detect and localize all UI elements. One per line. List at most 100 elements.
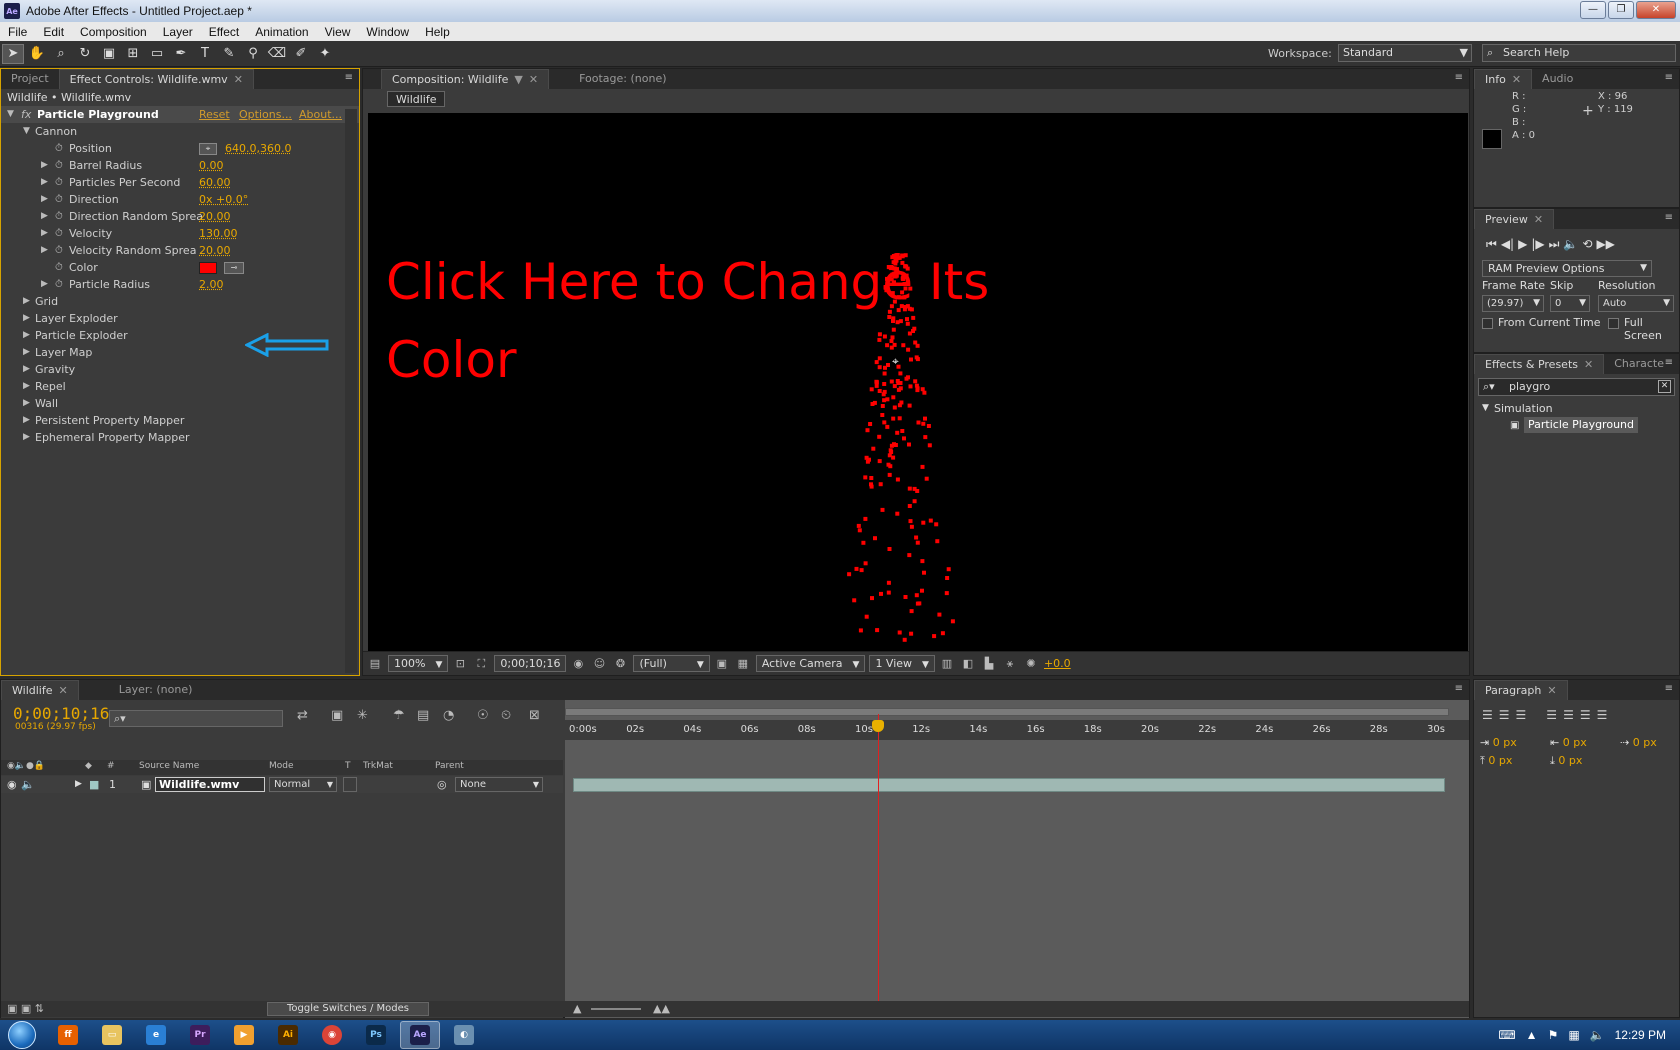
roto-brush-tool-icon[interactable]: ✐ [290, 44, 312, 64]
zoom-in-icon[interactable]: ▲▲ [653, 1002, 670, 1015]
selection-tool-icon[interactable]: ➤ [2, 43, 24, 64]
search-help-input[interactable]: ⌕ Search Help [1482, 44, 1676, 62]
close-icon[interactable]: ✕ [234, 73, 243, 86]
eraser-tool-icon[interactable]: ⌫ [266, 44, 288, 64]
full-screen-checkbox[interactable] [1608, 318, 1619, 329]
work-area-bar[interactable] [565, 708, 1449, 716]
tab-audio[interactable]: Audio [1532, 69, 1583, 89]
stopwatch-icon[interactable]: ⏱ [55, 157, 63, 174]
triangle-down-icon[interactable]: ▼ [7, 106, 14, 123]
property-value[interactable]: 0.00 [199, 157, 224, 174]
triangle-right-icon[interactable]: ▶ [41, 157, 48, 174]
property-value[interactable]: 640.0,360.0 [225, 140, 291, 157]
triangle-right-icon[interactable]: ▶ [23, 327, 30, 344]
skip-dropdown[interactable]: 0 ▼ [1550, 295, 1590, 312]
menu-composition[interactable]: Composition [72, 25, 155, 39]
justify-left-icon[interactable]: ☰ [1546, 708, 1557, 722]
stopwatch-icon[interactable]: ⏱ [55, 225, 63, 242]
flowchart-icon[interactable]: ⚹ [1001, 655, 1019, 673]
camera-dropdown[interactable]: Active Camera ▼ [755, 655, 866, 672]
menu-file[interactable]: File [0, 25, 35, 39]
stopwatch-icon[interactable]: ⏱ [55, 208, 63, 225]
exposure-icon[interactable]: ✺ [1022, 655, 1040, 673]
auto-keyframe-icon[interactable]: ⏲ [501, 708, 511, 723]
first-frame-icon[interactable]: ⏮ [1486, 237, 1497, 252]
panel-menu-icon[interactable]: ≡ [1455, 72, 1463, 83]
tab-effect-controls[interactable]: Effect Controls: Wildlife.wmv ✕ [58, 69, 254, 89]
close-button[interactable]: ✕ [1636, 1, 1676, 19]
timeline-layer-row[interactable]: ◉ 🔈 ▶ ■ 1 ▣ Wildlife.wmv Normal ▼ ◎ None ▼ [1, 776, 563, 793]
timeline-search-input[interactable]: ⌕▾ [109, 710, 283, 727]
close-icon[interactable]: ✕ [58, 684, 67, 697]
view-layout-dropdown[interactable]: 1 View ▼ [869, 655, 935, 672]
triangle-right-icon[interactable]: ▶ [23, 429, 30, 446]
justify-right-icon[interactable]: ☰ [1580, 708, 1591, 722]
about-link[interactable]: About... [299, 106, 342, 123]
loop-icon[interactable]: ⟲ [1582, 237, 1592, 252]
reset-link[interactable]: Reset [199, 106, 230, 123]
tab-composition[interactable]: Composition: Wildlife ▼ ✕ [381, 69, 550, 89]
align-right-icon[interactable]: ☰ [1516, 708, 1527, 722]
first-line-indent-field[interactable]: ⇢ 0 px [1620, 736, 1657, 749]
property-value[interactable]: 20.00 [199, 208, 231, 225]
play-icon[interactable]: ▶ [1518, 237, 1527, 252]
safe-margins-icon[interactable]: ⛶ [472, 655, 490, 673]
effect-row-particle-playground[interactable]: ▼ fx Particle Playground Reset Options..… [1, 106, 359, 123]
restore-button[interactable]: ❐ [1608, 1, 1634, 19]
composition-mini-flowchart-icon[interactable]: ⇄ [297, 708, 308, 723]
chevron-down-icon[interactable]: ▼ [514, 73, 522, 86]
menu-layer[interactable]: Layer [155, 25, 201, 39]
zoom-tool-icon[interactable]: ⌕ [50, 44, 72, 64]
blend-mode-dropdown[interactable]: Normal ▼ [269, 777, 337, 792]
close-icon[interactable]: ✕ [1512, 73, 1521, 86]
live-update-icon[interactable]: ▣ [331, 708, 343, 723]
close-icon[interactable]: ✕ [1534, 213, 1543, 226]
options-link[interactable]: Options... [239, 106, 292, 123]
draft-3d-icon[interactable]: ✳ [357, 708, 368, 723]
panel-menu-icon[interactable]: ≡ [1665, 357, 1673, 368]
group-ephemeral-property-mapper[interactable]: ▶ Ephemeral Property Mapper [1, 429, 359, 446]
rotate-tool-icon[interactable]: ↻ [74, 44, 96, 64]
tab-preview[interactable]: Preview ✕ [1474, 209, 1555, 229]
label-color-icon[interactable]: ■ [89, 776, 99, 793]
taskbar-firefox[interactable]: ff [48, 1021, 88, 1049]
indent-right-field[interactable]: ⇤ 0 px [1550, 736, 1587, 749]
triangle-right-icon[interactable]: ▶ [41, 242, 48, 259]
pickwhip-icon[interactable]: ◎ [437, 776, 447, 793]
fast-previews-icon[interactable]: ◧ [959, 655, 977, 673]
color-swatch[interactable] [199, 262, 217, 274]
triangle-right-icon[interactable]: ▶ [41, 174, 48, 191]
taskbar-premiere[interactable]: Pr [180, 1021, 220, 1049]
brainstorm-icon[interactable]: ☉ [477, 708, 489, 723]
space-after-field[interactable]: ⤓ 0 px [1550, 754, 1582, 768]
composition-viewer[interactable]: ⌖ Click Here to Change Its Color [368, 113, 1468, 651]
taskbar-media[interactable]: ▶ [224, 1021, 264, 1049]
group-grid[interactable]: ▶ Grid [1, 293, 359, 310]
exposure-value[interactable]: +0.0 [1044, 657, 1071, 670]
toggle-switches-modes-button[interactable]: Toggle Switches / Modes [267, 1002, 429, 1016]
puppet-pin-tool-icon[interactable]: ✦ [314, 44, 336, 64]
clock[interactable]: 12:29 PM [1615, 1028, 1666, 1042]
close-icon[interactable]: ✕ [1547, 684, 1556, 697]
timeline-current-time[interactable]: 0;00;10;16 [13, 704, 109, 723]
group-repel[interactable]: ▶ Repel [1, 378, 359, 395]
camera-tool-icon[interactable]: ▣ [98, 44, 120, 64]
rectangle-tool-icon[interactable]: ▭ [146, 44, 168, 64]
menu-animation[interactable]: Animation [247, 25, 316, 39]
transparency-grid-icon[interactable]: ▦ [734, 655, 752, 673]
parent-dropdown[interactable]: None ▼ [455, 777, 543, 792]
tab-info[interactable]: Info ✕ [1474, 69, 1533, 89]
panel-menu-icon[interactable]: ≡ [1455, 683, 1463, 694]
taskbar-after-effects[interactable]: Ae [400, 1021, 440, 1049]
taskbar-photoshop[interactable]: Ps [356, 1021, 396, 1049]
tab-effects-presets[interactable]: Effects & Presets ✕ [1474, 354, 1605, 374]
always-preview-icon[interactable]: ▤ [366, 655, 384, 673]
resolution-dropdown[interactable]: (Full) ▼ [633, 655, 710, 672]
tab-timeline-wildlife[interactable]: Wildlife ✕ [1, 680, 79, 700]
fit-icon[interactable]: ⊡ [451, 655, 469, 673]
menu-view[interactable]: View [317, 25, 359, 39]
snapshot-camera-icon[interactable]: ◉ [569, 655, 587, 673]
group-layer-exploder[interactable]: ▶ Layer Exploder [1, 310, 359, 327]
composition-chip[interactable]: Wildlife [387, 91, 446, 107]
group-wall[interactable]: ▶ Wall [1, 395, 359, 412]
